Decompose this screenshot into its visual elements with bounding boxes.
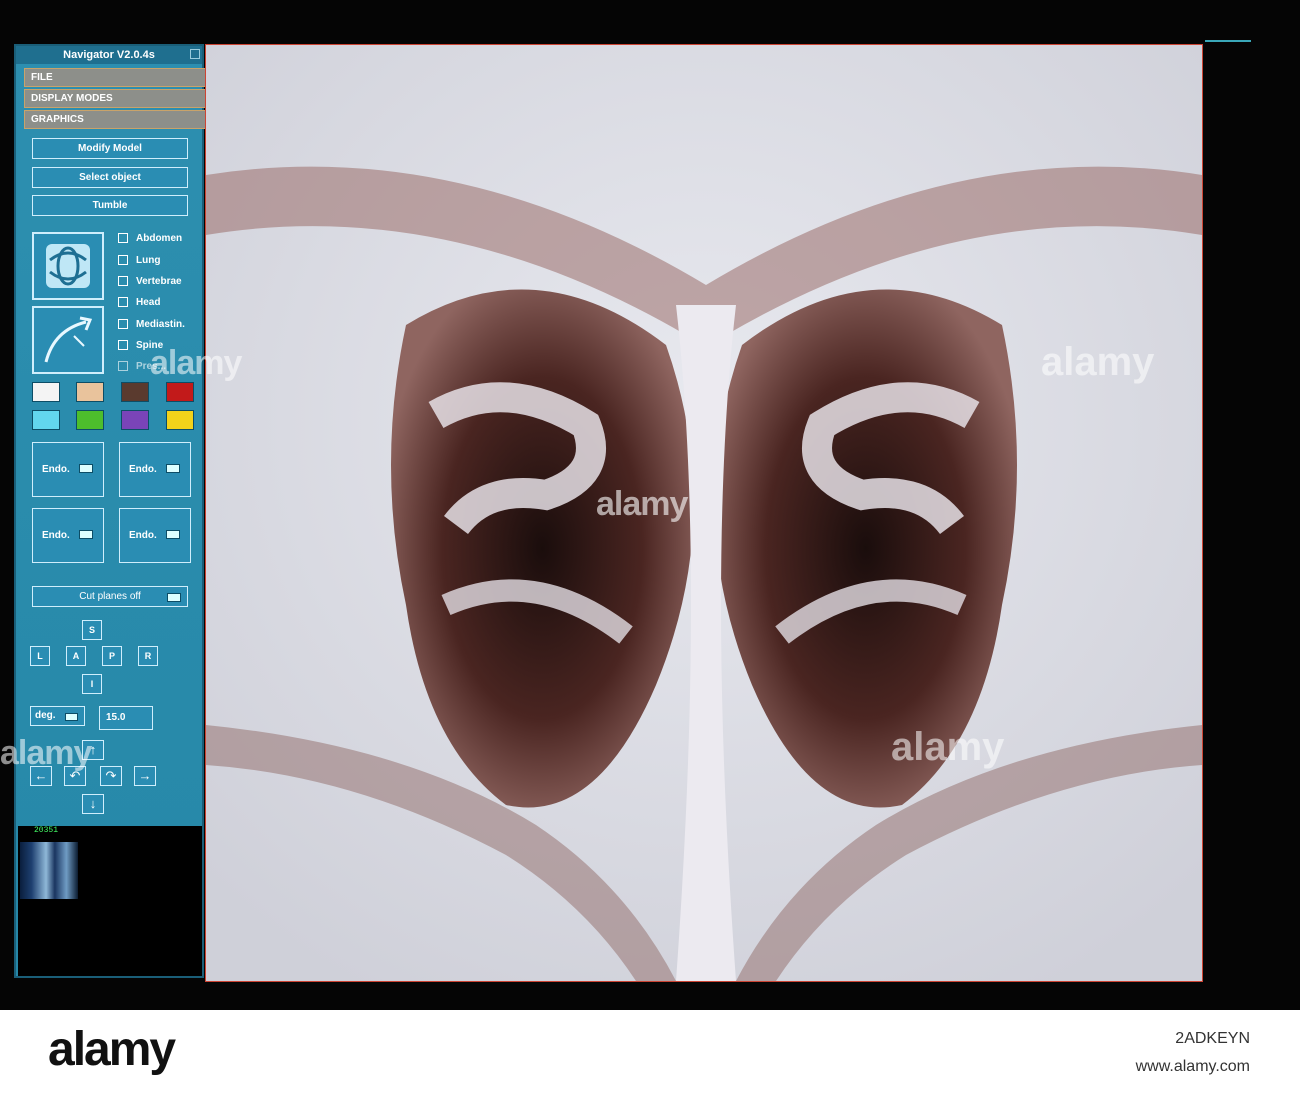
checkbox-lung[interactable]: Lung	[118, 252, 160, 270]
direction-button-a[interactable]: A	[66, 646, 86, 666]
color-swatch-brown[interactable]	[121, 382, 149, 402]
checkbox-head[interactable]: Head	[118, 294, 160, 312]
overview-thumbnail[interactable]	[20, 842, 78, 899]
color-swatch-tan[interactable]	[76, 382, 104, 402]
direction-button-s[interactable]: S	[82, 620, 102, 640]
color-swatch-cyan[interactable]	[32, 410, 60, 430]
checkbox-box	[118, 233, 128, 244]
brand-logo: alamy	[48, 1023, 176, 1076]
view-mode-select-3[interactable]: Endo.	[32, 508, 104, 563]
view-mode-select-1[interactable]: Endo.	[32, 442, 104, 497]
monitor-screen: Navigator V2.0.4s FILE DISPLAY MODES GRA…	[0, 0, 1300, 1010]
window-menu-icon[interactable]	[190, 49, 200, 59]
checkbox-box	[118, 297, 128, 308]
watermark-right: alamy	[1041, 340, 1155, 384]
checkbox-abdomen[interactable]: Abdomen	[118, 230, 182, 248]
view-mode-label: Endo.	[129, 464, 157, 475]
frame-counter: 20351	[34, 826, 59, 835]
checkbox-label: Mediastin.	[136, 319, 185, 330]
direction-button-l[interactable]: L	[30, 646, 50, 666]
window-title-bar[interactable]: Navigator V2.0.4s	[16, 46, 202, 64]
units-select[interactable]: deg.	[30, 706, 85, 726]
view-mode-label: Endo.	[129, 530, 157, 541]
rotate-icon	[46, 244, 90, 288]
modify-model-button[interactable]: Modify Model	[32, 138, 188, 159]
color-swatch-purple[interactable]	[121, 410, 149, 430]
endoscopy-render-view[interactable]: alamy alamy alamy	[205, 44, 1203, 982]
menu-display-modes[interactable]: DISPLAY MODES	[24, 89, 208, 108]
move-down-icon[interactable]: ↓	[82, 794, 104, 814]
stock-footer: alamy 2ADKEYN www.alamy.com	[0, 1010, 1300, 1097]
color-swatch-red[interactable]	[166, 382, 194, 402]
checkbox-box	[118, 319, 128, 330]
navigator-panel: Navigator V2.0.4s FILE DISPLAY MODES GRA…	[14, 44, 208, 978]
checkbox-box	[118, 361, 128, 372]
dropdown-indicator-icon	[79, 464, 93, 473]
view-mode-label: Endo.	[42, 530, 70, 541]
watermark-left: alamy	[150, 344, 242, 382]
view-mode-label: Endo.	[42, 464, 70, 475]
units-label: deg.	[35, 710, 56, 721]
checkbox-label: Abdomen	[136, 233, 183, 244]
watermark-lower-right: alamy	[891, 725, 1005, 769]
view-mode-select-4[interactable]: Endo.	[119, 508, 191, 563]
move-right-icon[interactable]: →	[134, 766, 156, 786]
dropdown-indicator-icon	[65, 713, 78, 721]
dropdown-indicator-icon	[166, 464, 180, 473]
checkbox-mediastin[interactable]: Mediastin.	[118, 316, 185, 334]
checkbox-label: Lung	[136, 255, 161, 266]
flythrough-tool-button[interactable]	[32, 306, 104, 374]
cut-planes-select[interactable]: Cut planes off	[32, 586, 188, 607]
rendered-airway-image: alamy alamy alamy	[206, 45, 1202, 981]
rotate-cw-icon[interactable]: ↷	[100, 766, 122, 786]
checkbox-vertebrae[interactable]: Vertebrae	[118, 273, 182, 291]
color-swatch-yellow[interactable]	[166, 410, 194, 430]
direction-button-r[interactable]: R	[138, 646, 158, 666]
edge-line	[1205, 40, 1251, 42]
watermark-lower-left: alamy	[0, 734, 92, 772]
cut-planes-label: Cut planes off	[79, 591, 141, 602]
direction-button-i[interactable]: I	[82, 674, 102, 694]
direction-button-p[interactable]: P	[102, 646, 122, 666]
watermark-center: alamy	[596, 485, 688, 523]
checkbox-box	[118, 255, 128, 266]
select-object-button[interactable]: Select object	[32, 167, 188, 188]
site-url: www.alamy.com	[1135, 1058, 1250, 1075]
dropdown-indicator-icon	[167, 593, 181, 602]
tumble-button[interactable]: Tumble	[32, 195, 188, 216]
checkbox-box	[118, 340, 128, 351]
overview-panel: 20351	[18, 826, 202, 976]
window-title: Navigator V2.0.4s	[63, 49, 155, 61]
dropdown-indicator-icon	[166, 530, 180, 539]
view-mode-select-2[interactable]: Endo.	[119, 442, 191, 497]
checkbox-box	[118, 276, 128, 287]
color-swatch-green[interactable]	[76, 410, 104, 430]
menu-graphics[interactable]: GRAPHICS	[24, 110, 208, 129]
tumble-tool-button[interactable]	[32, 232, 104, 300]
image-id: 2ADKEYN	[1175, 1030, 1250, 1047]
checkbox-label: Head	[136, 297, 161, 308]
angle-input[interactable]: 15.0	[99, 706, 153, 730]
dropdown-indicator-icon	[79, 530, 93, 539]
color-swatch-white[interactable]	[32, 382, 60, 402]
checkbox-label: Vertebrae	[136, 276, 182, 287]
menu-file[interactable]: FILE	[24, 68, 208, 87]
path-arrow-icon	[44, 316, 93, 363]
